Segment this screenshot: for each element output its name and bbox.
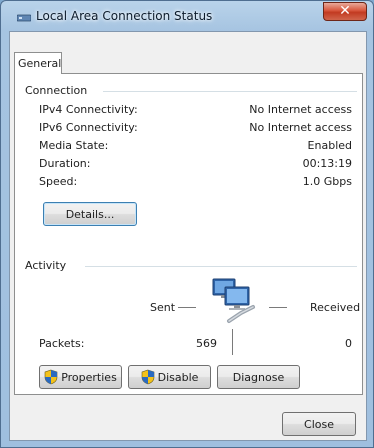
sent-label: Sent [150, 301, 176, 314]
close-button[interactable]: Close [282, 412, 356, 436]
window-title: Local Area Connection Status [36, 9, 213, 23]
disable-label: Disable [157, 370, 199, 384]
received-label: Received [310, 301, 361, 314]
ipv6-label: IPv6 Connectivity: [39, 121, 138, 134]
connection-group-label: Connection [25, 84, 88, 97]
shield-icon [141, 369, 154, 385]
packets-label: Packets: [39, 337, 85, 350]
activity-group-label: Activity [25, 259, 67, 272]
activity-divider [85, 266, 357, 267]
general-panel: Connection IPv4 Connectivity: No Interne… [14, 73, 363, 395]
media-state-value: Enabled [307, 139, 352, 152]
connection-divider [103, 91, 357, 92]
ipv4-value: No Internet access [249, 103, 352, 116]
properties-label: Properties [61, 370, 117, 384]
close-window-button[interactable]: ✕ [323, 2, 367, 21]
disable-button[interactable]: Disable [128, 365, 211, 389]
diagnose-button[interactable]: Diagnose [217, 365, 300, 389]
details-button[interactable]: Details... [43, 202, 137, 226]
packets-sent-value: 569 [196, 337, 217, 350]
title-bar[interactable]: Local Area Connection Status ✕ [1, 1, 373, 31]
properties-button[interactable]: Properties [39, 365, 122, 389]
tab-general[interactable]: General [14, 52, 62, 74]
received-line [269, 307, 287, 308]
sent-line [178, 307, 196, 308]
shield-icon [44, 369, 58, 385]
dialog-client: General Connection IPv4 Connectivity: No… [9, 31, 367, 441]
status-window: Local Area Connection Status ✕ General C… [0, 0, 374, 448]
network-adapter-icon [17, 14, 31, 22]
duration-value: 00:13:19 [302, 157, 352, 170]
packets-divider [232, 329, 233, 355]
ipv4-label: IPv4 Connectivity: [39, 103, 138, 116]
speed-value: 1.0 Gbps [302, 175, 352, 188]
packets-received-value: 0 [345, 337, 352, 350]
close-icon: ✕ [339, 3, 351, 19]
duration-label: Duration: [39, 157, 91, 170]
speed-label: Speed: [39, 175, 78, 188]
ipv6-value: No Internet access [249, 121, 352, 134]
network-computers-icon [212, 278, 255, 323]
media-state-label: Media State: [39, 139, 109, 152]
